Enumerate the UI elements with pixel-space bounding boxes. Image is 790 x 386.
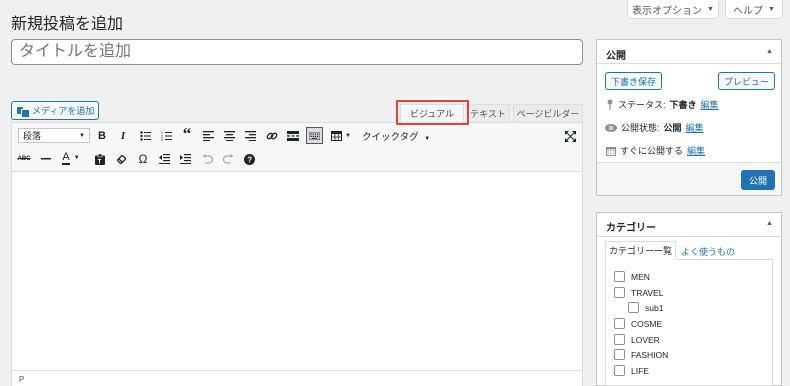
category-label: COSME <box>631 318 663 329</box>
list-item: LOVER <box>614 334 660 345</box>
clear-formatting-icon[interactable] <box>113 151 129 167</box>
align-right-icon[interactable] <box>242 128 258 144</box>
list-item: sub1 <box>628 302 663 313</box>
collapse-icon[interactable]: ▲ <box>766 220 773 227</box>
bullet-list-icon[interactable] <box>137 128 153 144</box>
status-row: ステータス: 下書き 編集 <box>606 98 719 111</box>
align-center-icon[interactable] <box>221 128 237 144</box>
category-label: LIFE <box>631 365 649 376</box>
category-box-title: カテゴリー <box>606 223 656 234</box>
quick-tag-dropdown[interactable]: クイックタグ ▼ <box>362 129 430 143</box>
pin-icon <box>607 99 613 110</box>
list-item: LIFE <box>614 365 649 376</box>
category-label: LOVER <box>631 334 660 345</box>
category-label: FASHION <box>631 349 669 360</box>
svg-text:?: ? <box>247 155 252 164</box>
editor-status-path: P <box>12 370 582 386</box>
visual-tab-highlight <box>396 100 469 125</box>
post-title-input[interactable] <box>11 39 583 65</box>
add-media-button[interactable]: メディアを追加 <box>11 101 99 120</box>
tab-all-categories[interactable]: カテゴリー一覧 <box>605 241 676 260</box>
fullscreen-icon[interactable] <box>562 128 578 144</box>
category-label: MEN <box>631 271 650 282</box>
chevron-down-icon: ▼ <box>707 5 714 13</box>
special-character-icon[interactable]: Ω <box>135 151 151 167</box>
media-icon <box>17 106 30 118</box>
link-icon[interactable] <box>264 128 280 144</box>
table-icon[interactable]: ▼ <box>329 128 353 144</box>
category-checkbox[interactable] <box>614 318 625 329</box>
horizontal-line-icon[interactable] <box>38 151 54 167</box>
align-left-icon[interactable] <box>200 128 216 144</box>
screen-options-button[interactable]: 表示オプション ▼ <box>627 0 719 19</box>
chevron-down-icon: ▼ <box>424 136 431 142</box>
chevron-down-icon: ▼ <box>79 132 85 139</box>
visibility-edit-link[interactable]: 編集 <box>686 121 704 134</box>
divider <box>597 236 781 237</box>
paste-text-icon[interactable]: T <box>92 151 108 167</box>
quick-tag-label: クイックタグ <box>362 132 419 143</box>
read-more-icon[interactable] <box>285 128 301 144</box>
category-checkbox[interactable] <box>614 349 625 360</box>
svg-text:T: T <box>98 159 102 165</box>
calendar-icon <box>606 146 616 156</box>
visibility-row: 公開状態: 公開 編集 <box>605 121 704 134</box>
add-media-label: メディアを追加 <box>32 106 95 116</box>
category-checkbox[interactable] <box>614 365 625 376</box>
outdent-icon[interactable] <box>156 151 172 167</box>
indent-icon[interactable] <box>177 151 193 167</box>
format-select[interactable]: 段落 ▼ <box>18 128 90 143</box>
chevron-down-icon: ▼ <box>73 155 80 161</box>
list-item: FASHION <box>614 349 668 360</box>
visibility-label: 公開状態: <box>621 123 660 133</box>
help-label: ヘルプ <box>733 5 764 17</box>
schedule-edit-link[interactable]: 編集 <box>687 144 705 157</box>
status-edit-link[interactable]: 編集 <box>701 98 719 111</box>
save-draft-button[interactable]: 下書き保存 <box>605 72 662 90</box>
status-value: 下書き <box>669 100 697 110</box>
redo-icon[interactable] <box>220 151 236 167</box>
text-color-icon[interactable]: A ▼ <box>58 150 84 166</box>
list-item: COSME <box>614 318 662 329</box>
blockquote-icon[interactable]: “ <box>179 124 195 143</box>
divider <box>597 63 781 64</box>
tab-popular-categories[interactable]: よく使うもの <box>681 245 735 258</box>
visibility-value: 公開 <box>663 123 682 133</box>
undo-icon[interactable] <box>199 151 215 167</box>
svg-text:3: 3 <box>161 138 163 141</box>
schedule-row: すぐに公開する 編集 <box>606 144 705 157</box>
help-icon[interactable]: ? <box>241 151 257 167</box>
eye-icon <box>605 123 617 132</box>
preview-button[interactable]: プレビュー <box>718 72 775 90</box>
page-title: 新規投稿を追加 <box>11 16 124 33</box>
tab-page-builder[interactable]: ページビルダー <box>513 104 583 122</box>
category-label: sub1 <box>645 302 664 313</box>
status-label: ステータス: <box>618 100 666 110</box>
bold-icon[interactable]: B <box>94 128 110 144</box>
numbered-list-icon[interactable]: 123 <box>158 128 174 144</box>
chevron-down-icon: ▼ <box>768 5 775 13</box>
category-label: TRAVEL <box>631 287 664 298</box>
list-item: TRAVEL <box>614 287 663 298</box>
toolbar-toggle-icon[interactable] <box>306 127 323 144</box>
category-checkbox[interactable] <box>628 302 639 313</box>
category-checkbox[interactable] <box>614 271 625 282</box>
italic-icon[interactable]: I <box>115 128 131 144</box>
category-checkbox[interactable] <box>614 287 625 298</box>
strikethrough-icon[interactable]: ABC <box>16 151 32 167</box>
category-checkbox[interactable] <box>614 334 625 345</box>
format-select-value: 段落 <box>23 131 42 141</box>
publish-button[interactable]: 公開 <box>741 170 775 190</box>
collapse-icon[interactable]: ▲ <box>766 48 773 55</box>
help-button[interactable]: ヘルプ ▼ <box>725 0 783 19</box>
publish-box-title: 公開 <box>606 51 626 62</box>
screen-options-label: 表示オプション <box>632 5 703 17</box>
list-item: MEN <box>614 271 650 282</box>
chevron-down-icon: ▼ <box>345 133 351 139</box>
schedule-label: すぐに公開する <box>620 146 684 156</box>
tab-text[interactable]: テキスト <box>466 104 510 122</box>
